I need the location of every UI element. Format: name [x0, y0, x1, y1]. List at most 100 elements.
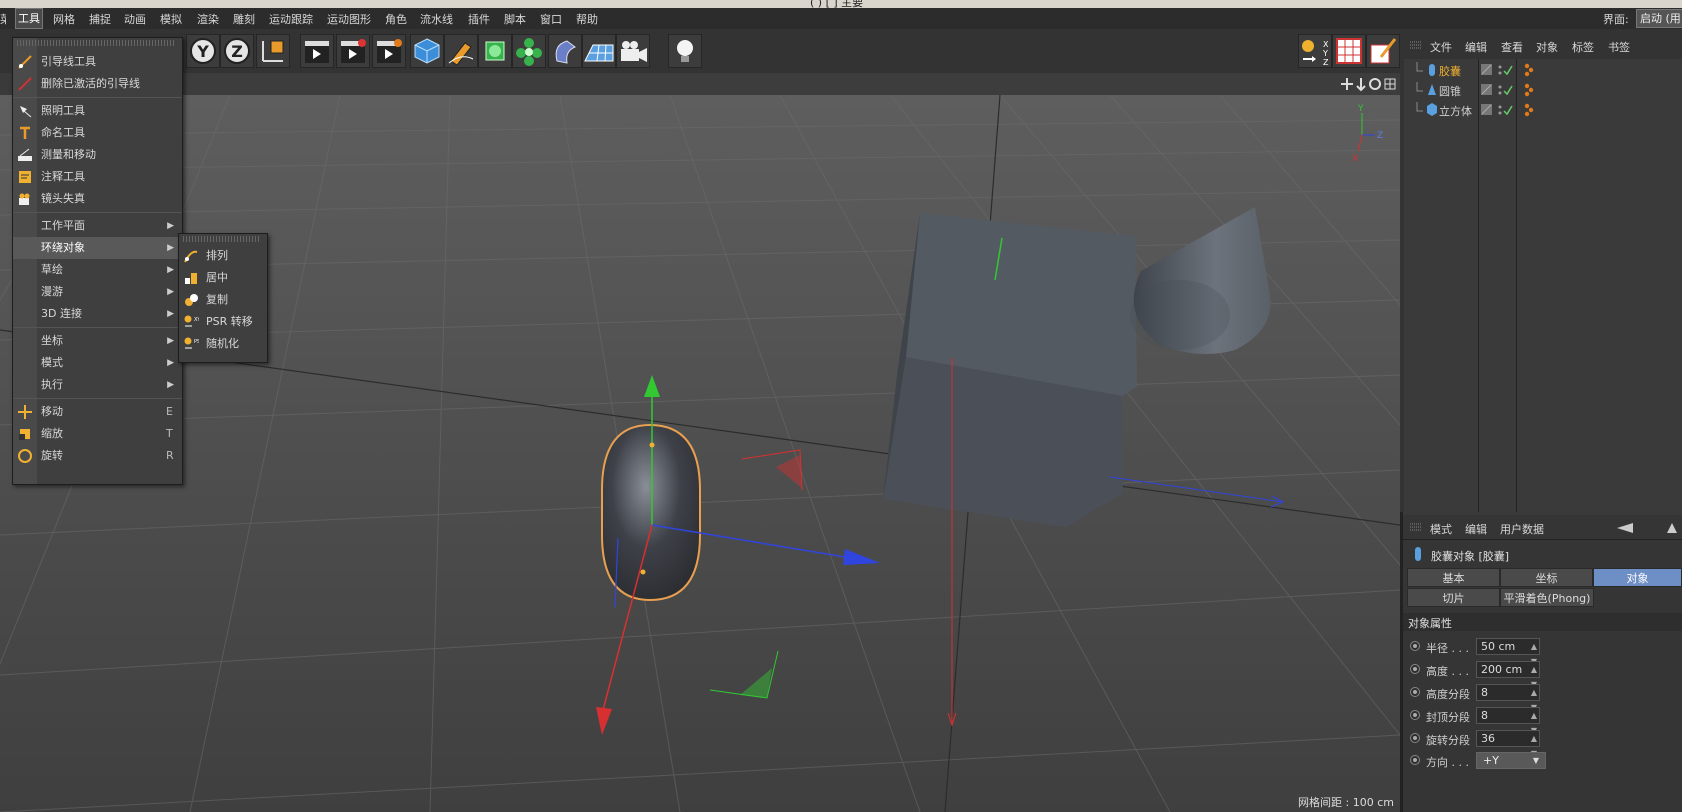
menu-item-guide-tool[interactable]: 引导线工具 — [13, 51, 182, 73]
animate-radio[interactable] — [1410, 755, 1420, 765]
menu-plugins[interactable]: 插件 — [468, 11, 490, 27]
menu-mesh[interactable]: 网格 — [53, 11, 75, 27]
tab-object[interactable]: 对象 — [1593, 568, 1682, 587]
viewport-layout-icon[interactable] — [1384, 78, 1396, 90]
menu-render[interactable]: 渲染 — [197, 11, 219, 27]
attr-menu-edit[interactable]: 编辑 — [1465, 521, 1487, 537]
submenu-item-psr-transfer[interactable]: XYZ PSR 转移 — [179, 311, 267, 333]
menu-tools[interactable]: 工具 — [15, 8, 43, 29]
animate-radio[interactable] — [1410, 687, 1420, 697]
menu-item-scale[interactable]: 缩放 T — [13, 423, 182, 445]
menu-item-measure-tool[interactable]: 测量和移动 — [13, 144, 182, 166]
submenu-tear-off-grip[interactable] — [183, 236, 261, 242]
om-menu-view[interactable]: 查看 — [1501, 39, 1523, 55]
animate-radio[interactable] — [1410, 641, 1420, 651]
cap-segments-field[interactable]: 8▲▼ — [1476, 707, 1540, 735]
orientation-dropdown[interactable]: +Y ▼ — [1476, 752, 1546, 769]
menu-pipeline[interactable]: 流水线 — [420, 11, 453, 27]
om-menu-objects[interactable]: 对象 — [1536, 39, 1558, 55]
render-settings-button[interactable] — [372, 34, 406, 68]
om-menu-tags[interactable]: 标签 — [1572, 39, 1594, 55]
object-name-cone[interactable]: 圆锥 — [1439, 83, 1461, 99]
menu-item-arrange-objects[interactable]: 环绕对象 ▶ — [13, 237, 182, 259]
menu-item-execute[interactable]: 执行 ▶ — [13, 374, 182, 396]
menu-item-coordinates[interactable]: 坐标 ▶ — [13, 330, 182, 352]
rotation-segments-field[interactable]: 36▲▼ — [1476, 730, 1540, 758]
attr-menu-user-data[interactable]: 用户数据 — [1500, 521, 1544, 537]
viewport-zoom-icon[interactable] — [1356, 78, 1366, 92]
menu-sculpt[interactable]: 雕刻 — [233, 11, 255, 27]
attr-menu-mode[interactable]: 模式 — [1430, 521, 1452, 537]
submenu-item-center[interactable]: 居中 — [179, 267, 267, 289]
paint-button[interactable] — [1366, 34, 1400, 68]
psr-transfer-button[interactable]: XYZ — [1298, 34, 1332, 68]
mograph-cloner-button[interactable] — [512, 34, 546, 68]
floor-button[interactable] — [582, 34, 616, 68]
viewport-move-icon[interactable] — [1341, 78, 1353, 90]
menu-item-rotate[interactable]: 旋转 R — [13, 445, 182, 467]
submenu-item-randomize[interactable]: PSR 随机化 — [179, 333, 267, 355]
radius-field[interactable]: 50 cm▲▼ — [1476, 638, 1540, 666]
coordinate-system-button[interactable] — [256, 34, 290, 68]
object-name-capsule[interactable]: 胶囊 — [1439, 63, 1461, 79]
object-row-capsule[interactable]: 胶囊 — [1405, 60, 1682, 80]
om-menu-file[interactable]: 文件 — [1430, 39, 1452, 55]
om-menu-edit[interactable]: 编辑 — [1465, 39, 1487, 55]
axis-y-lock-button[interactable]: Y — [186, 34, 220, 68]
menu-script[interactable]: 脚本 — [504, 11, 526, 27]
menu-item-move[interactable]: 移动 E — [13, 401, 182, 423]
menu-item-light-tool[interactable]: 照明工具 — [13, 100, 182, 122]
menu-partial[interactable]: 菜 — [0, 11, 6, 27]
3d-viewport[interactable]: Y Z X 网格间距 : 100 cm — [0, 95, 1400, 812]
menu-item-navigate[interactable]: 漫游 ▶ — [13, 281, 182, 303]
cube-object-button[interactable] — [410, 34, 444, 68]
menu-animate[interactable]: 动画 — [124, 11, 146, 27]
animate-radio[interactable] — [1410, 664, 1420, 674]
om-menu-bookmarks[interactable]: 书签 — [1608, 39, 1630, 55]
menu-item-naming-tool[interactable]: 命名工具 — [13, 122, 182, 144]
tab-coordinates[interactable]: 坐标 — [1500, 568, 1593, 587]
subdivision-button[interactable] — [478, 34, 512, 68]
menu-item-annotation-tool[interactable]: 注释工具 — [13, 166, 182, 188]
camera-button[interactable] — [616, 34, 650, 68]
tab-phong[interactable]: 平滑着色(Phong) — [1500, 588, 1594, 607]
panel-grip-icon[interactable] — [1410, 41, 1422, 51]
up-arrow-icon[interactable] — [1667, 523, 1677, 533]
menu-item-lens-distortion[interactable]: 镜头失真 — [13, 188, 182, 210]
menu-snap[interactable]: 捕捉 — [89, 11, 111, 27]
menu-item-modes[interactable]: 模式 ▶ — [13, 352, 182, 374]
light-button[interactable] — [668, 34, 702, 68]
height-segments-field[interactable]: 8▲▼ — [1476, 684, 1540, 712]
object-row-cube[interactable]: 立方体 — [1405, 100, 1682, 120]
layout-select[interactable]: 启动 (用 — [1636, 9, 1682, 28]
menu-item-3d-connect[interactable]: 3D 连接 ▶ — [13, 303, 182, 325]
menu-item-workplane[interactable]: 工作平面 ▶ — [13, 215, 182, 237]
menu-motion-tracking[interactable]: 运动跟踪 — [269, 11, 313, 27]
animate-radio[interactable] — [1410, 733, 1420, 743]
menu-character[interactable]: 角色 — [385, 11, 407, 27]
pen-spline-button[interactable] — [444, 34, 478, 68]
menu-item-delete-guides[interactable]: 删除已激活的引导线 — [13, 73, 182, 95]
panel-grip-icon[interactable] — [1410, 523, 1422, 533]
tab-slice[interactable]: 切片 — [1407, 588, 1500, 607]
height-field[interactable]: 200 cm▲▼ — [1476, 661, 1540, 689]
axis-z-lock-button[interactable]: Z — [220, 34, 254, 68]
texture-button[interactable] — [1332, 34, 1366, 68]
object-name-cube[interactable]: 立方体 — [1439, 103, 1472, 119]
menu-window[interactable]: 窗口 — [540, 11, 562, 27]
submenu-item-arrange[interactable]: 排列 — [179, 245, 267, 267]
menu-tear-off-grip[interactable] — [17, 40, 176, 46]
render-picture-viewer-button[interactable] — [336, 34, 370, 68]
render-view-button[interactable] — [300, 34, 334, 68]
menu-mograph[interactable]: 运动图形 — [327, 11, 371, 27]
submenu-item-duplicate[interactable]: 复制 — [179, 289, 267, 311]
back-arrow-icon[interactable] — [1617, 523, 1633, 533]
tab-basic[interactable]: 基本 — [1407, 568, 1500, 587]
menu-item-sketch[interactable]: 草绘 ▶ — [13, 259, 182, 281]
menu-simulate[interactable]: 模拟 — [160, 11, 182, 27]
menu-help[interactable]: 帮助 — [576, 11, 598, 27]
deformer-button[interactable] — [548, 34, 582, 68]
viewport-rotate-icon[interactable] — [1369, 78, 1381, 90]
animate-radio[interactable] — [1410, 710, 1420, 720]
object-row-cone[interactable]: 圆锥 — [1405, 80, 1682, 100]
